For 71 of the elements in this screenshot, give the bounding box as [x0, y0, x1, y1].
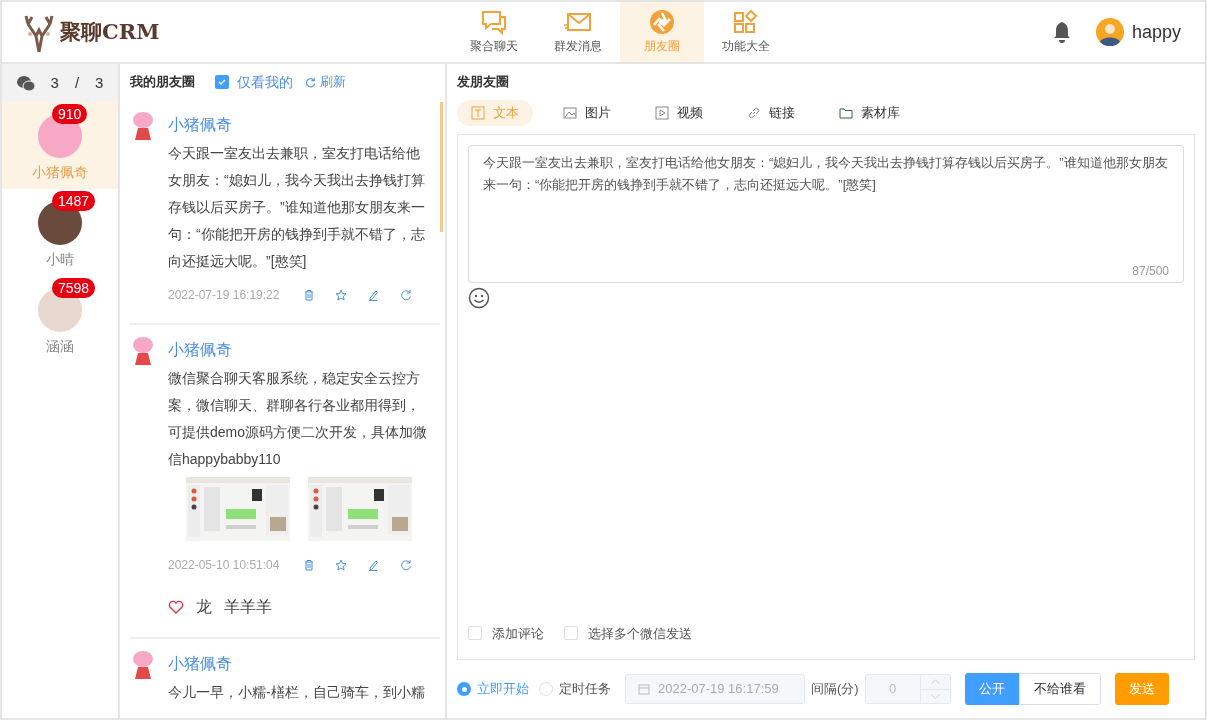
option-label[interactable]: 选择多个微信发送	[588, 623, 692, 643]
trash-icon[interactable]	[302, 559, 315, 571]
interval-label: 间隔(分)	[811, 680, 859, 699]
smiley-icon[interactable]	[468, 287, 490, 309]
refresh-icon[interactable]	[399, 559, 412, 571]
check-icon	[217, 77, 227, 87]
post-time: 2022-07-19 16:19:22	[168, 287, 281, 304]
composer-tab[interactable]: 视频	[641, 100, 717, 126]
post-text-field[interactable]: 今天跟一室友出去兼职，室友打电话给他女朋友：“媳妇儿，我今天我出去挣钱打算存钱以后买房子。”谁知道他那女朋友来一句：“你能把开房的钱挣到手就不错了，志向还挺远大呢。”[憨笑] 87/500	[468, 145, 1184, 283]
account-total: 3	[95, 72, 104, 93]
radio-button[interactable]	[539, 682, 553, 696]
post-text-value: 今天跟一室友出去兼职，室友打电话给他女朋友：“媳妇儿，我今天我出去挣钱打算存钱以后买房子。”谁知道他那女朋友来一句：“你能把开房的钱挣到手就不错了，志向还挺远大呢。”[憨笑]	[483, 154, 1169, 194]
trash-icon[interactable]	[302, 289, 315, 301]
account-count: 3	[50, 72, 59, 93]
star-icon[interactable]	[335, 559, 348, 571]
aperture-icon	[648, 9, 676, 35]
option-label[interactable]: 添加评论	[492, 623, 544, 643]
account-name: 小晴	[46, 250, 74, 269]
checkbox[interactable]	[564, 626, 578, 641]
nav-tab[interactable]: 群发消息	[536, 2, 620, 62]
chat-bubbles-icon	[480, 9, 508, 35]
liker-name[interactable]: 羊羊羊	[224, 595, 272, 619]
nav-tab[interactable]: 聚合聊天	[452, 2, 536, 62]
refresh-button[interactable]: 刷新	[305, 72, 346, 92]
unread-badge: 7598	[52, 278, 96, 298]
post-text: 今天跟一室友出去兼职，室友打电话给他女朋友：“媳妇儿，我今天我出去挣钱打算存钱以后买房子。”谁知道他那女朋友来一句：“你能把开房的钱挣到手就不错了，志向还挺远大呢。”[憨笑]	[168, 144, 426, 271]
account-name: 涵涵	[46, 337, 74, 356]
unread-badge: 910	[52, 104, 88, 124]
refresh-icon[interactable]	[399, 289, 412, 301]
feed-title: 我的朋友圈	[130, 73, 195, 92]
liker-name[interactable]: 龙	[196, 595, 212, 619]
nav-tab[interactable]: 功能大全	[704, 2, 788, 62]
radio-label[interactable]: 定时任务	[559, 679, 611, 699]
unread-badge: 1487	[52, 191, 96, 211]
composer-tab[interactable]: 链接	[733, 100, 809, 126]
chat-bubbles-icon	[16, 75, 35, 91]
logo-text: 聚聊CRM	[60, 18, 160, 47]
char-counter: 87/500	[1132, 263, 1169, 280]
image-icon	[563, 106, 577, 120]
visibility-button[interactable]: 不给谁看	[1018, 673, 1101, 705]
heart-icon[interactable]	[168, 600, 184, 614]
star-icon[interactable]	[335, 289, 348, 301]
radio-button[interactable]	[457, 682, 471, 696]
cartoon-avatar	[130, 649, 156, 681]
account-item[interactable]: 910 小猪佩奇	[2, 102, 118, 189]
post-text: 今儿一早，小糯-橏栏，自己骑车，到小糯	[168, 683, 426, 702]
cartoon-avatar	[130, 335, 156, 367]
grid-diamond-icon	[732, 9, 760, 35]
refresh-icon	[305, 76, 316, 88]
count-separator: /	[74, 72, 80, 93]
user-name[interactable]: happy	[1131, 18, 1181, 46]
composer-tab[interactable]: 图片	[549, 100, 625, 126]
folder-icon	[839, 106, 853, 120]
account-item[interactable]: 1487 小晴	[2, 189, 118, 276]
checkbox[interactable]	[215, 75, 229, 89]
composer-tab[interactable]: 素材库	[825, 100, 914, 126]
avatar-icon[interactable]	[1095, 18, 1124, 46]
scrollbar-thumb[interactable]	[440, 102, 443, 232]
calendar-icon	[638, 683, 650, 695]
account-name: 小猪佩奇	[32, 163, 88, 182]
play-box-icon	[655, 106, 669, 120]
text-box-icon	[471, 106, 485, 120]
post-text: 微信聚合聊天客服系统，稳定安全云控方案，微信聊天、群聊各行各业都用得到，可提供demo源码方便二次开发，具体加微信happybabby110	[168, 369, 429, 469]
post-time: 2022-05-10 10:51:04	[168, 557, 281, 574]
pencil-icon[interactable]	[367, 289, 380, 301]
composer-title: 发朋友圈	[457, 73, 510, 92]
cartoon-avatar	[130, 110, 156, 142]
link-icon	[747, 106, 761, 120]
pencil-icon[interactable]	[367, 559, 380, 571]
checkbox[interactable]	[468, 626, 482, 641]
account-item[interactable]: 7598 涵涵	[2, 276, 118, 363]
